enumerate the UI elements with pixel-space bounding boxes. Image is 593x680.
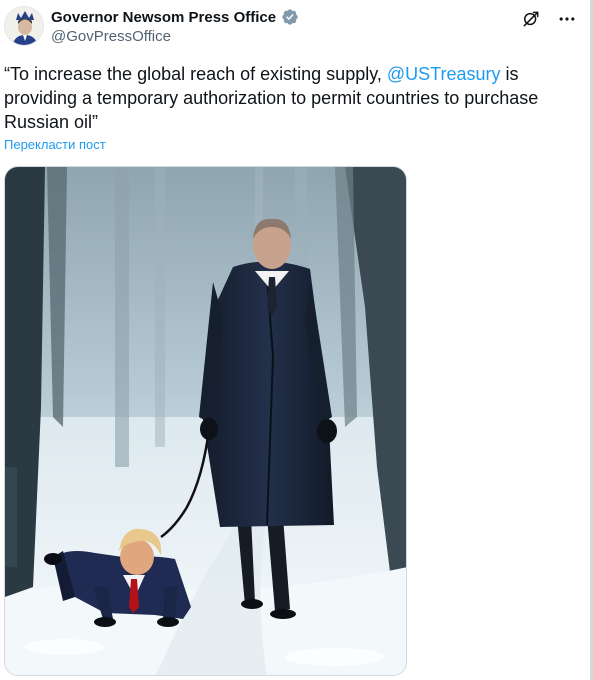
translate-post-link[interactable]: Перекласти пост [4, 137, 106, 152]
verified-badge-icon [282, 9, 298, 25]
more-icon[interactable] [554, 6, 580, 32]
post-image[interactable] [4, 166, 407, 676]
avatar[interactable] [4, 6, 44, 46]
author-name[interactable]: Governor Newsom Press Office [51, 9, 276, 26]
mention-link[interactable]: @USTreasury [387, 64, 501, 84]
tweet-text-part: “To increase the global reach of existin… [4, 64, 387, 84]
grok-icon[interactable] [518, 6, 544, 32]
tweet: Governor Newsom Press Office @GovPressOf… [0, 0, 590, 680]
tweet-text: “To increase the global reach of existin… [4, 62, 569, 134]
author-handle[interactable]: @GovPressOffice [51, 28, 171, 45]
